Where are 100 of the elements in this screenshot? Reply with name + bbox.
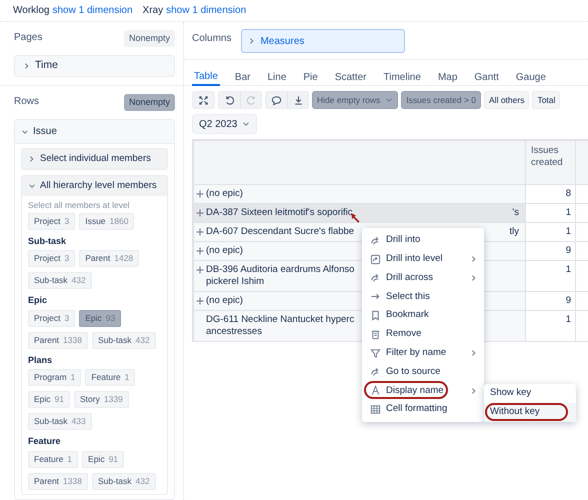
- row-label: pickerel Ishim: [206, 276, 266, 288]
- expand-icon[interactable]: [196, 264, 206, 274]
- level-chip[interactable]: Project 3: [28, 250, 76, 268]
- level-chip[interactable]: Epic 91: [82, 450, 124, 468]
- drill-icon: [370, 272, 381, 284]
- chevron-right-icon: [23, 62, 31, 70]
- trash-icon: [370, 328, 381, 340]
- level-chip[interactable]: Project 3: [28, 212, 76, 230]
- value-cell: 8: [566, 188, 571, 199]
- comment-icon: [271, 94, 282, 106]
- level-chip[interactable]: Feature 1: [85, 369, 136, 386]
- level-chip[interactable]: Sub-task 432: [28, 272, 92, 290]
- view-tab[interactable]: Gantt: [472, 68, 501, 86]
- chevron-right-icon: [470, 386, 478, 395]
- level-chip[interactable]: Epic 91: [28, 391, 70, 408]
- drill-level-icon: [370, 254, 381, 265]
- chevron-down-icon: [242, 120, 250, 128]
- page-filter-dropdown[interactable]: Q2 2023: [192, 114, 258, 134]
- level-chip[interactable]: Parent 1338: [28, 332, 88, 349]
- level-chip[interactable]: Sub-task 432: [92, 332, 156, 349]
- chevron-down-icon: [28, 182, 36, 190]
- undo-icon: [224, 94, 235, 106]
- chevron-right-icon: [470, 274, 478, 282]
- level-title: Feature: [28, 435, 62, 448]
- chevron-right-icon: [28, 155, 36, 163]
- chevron-down-icon: [21, 128, 29, 136]
- expanded-section-header[interactable]: Issue: [15, 120, 174, 144]
- nonempty-button[interactable]: Nonempty: [124, 30, 175, 47]
- level-chip[interactable]: Sub-task 433: [28, 413, 92, 430]
- menu-item[interactable]: Without key: [484, 403, 576, 422]
- show-dimension-link[interactable]: show 1 dimension: [166, 3, 246, 18]
- nonempty-button[interactable]: Nonempty: [124, 94, 175, 111]
- view-tab[interactable]: Line: [265, 68, 288, 86]
- value-cell: 1: [566, 314, 571, 325]
- chevron-right-icon: [470, 255, 478, 264]
- expand-icon[interactable]: [196, 226, 206, 236]
- menu-item[interactable]: Cell formatting: [362, 400, 484, 419]
- dimension-label: Worklog: [13, 4, 50, 18]
- toolbar-toggle[interactable]: All others: [484, 91, 530, 109]
- level-chip[interactable]: Story 1339: [74, 391, 129, 408]
- download-icon: [292, 94, 304, 106]
- view-tab[interactable]: Table: [192, 68, 220, 86]
- menu-item[interactable]: Drill into: [362, 231, 484, 250]
- row-label: (no epic): [206, 295, 243, 307]
- row-label: (no epic): [206, 245, 243, 257]
- expand-icon[interactable]: [196, 207, 206, 217]
- menu-item[interactable]: Bookmark: [362, 306, 484, 325]
- menu-item[interactable]: Remove: [362, 324, 484, 344]
- fullscreen-icon: [198, 94, 209, 106]
- level-chip[interactable]: Feature 1: [28, 450, 78, 468]
- view-tab[interactable]: Bar: [232, 68, 252, 86]
- section-label: Rows: [14, 95, 40, 109]
- expand-icon[interactable]: [196, 245, 206, 255]
- level-title: Epic: [28, 294, 48, 308]
- level-chip[interactable]: Parent 1428: [79, 250, 140, 268]
- table-row[interactable]: (no epic) 8: [194, 185, 588, 204]
- row-label: DB-396 Auditoria eardrums Alfonso: [206, 264, 354, 276]
- row-label: (no epic): [206, 188, 243, 200]
- view-tab[interactable]: Pie: [301, 68, 320, 86]
- collapsed-section-header[interactable]: Time: [14, 55, 175, 77]
- value-cell: 1: [566, 264, 571, 275]
- column-header: Issues created: [526, 141, 576, 184]
- row-label: 's: [512, 207, 519, 219]
- view-tab[interactable]: Map: [436, 68, 460, 86]
- level-chip[interactable]: Project 3: [28, 310, 76, 327]
- expand-icon[interactable]: [196, 295, 206, 305]
- section-label: Pages: [14, 31, 42, 45]
- filter-icon: [370, 348, 381, 359]
- row-label: DA-607 Descendant Sucre's flabbe: [206, 226, 354, 238]
- toolbar-toggle[interactable]: Total: [532, 91, 560, 109]
- collapsed-section-header[interactable]: Select individual members: [22, 149, 167, 169]
- level-chip[interactable]: Sub-task 432: [92, 472, 156, 490]
- dimension-label: Xray: [142, 4, 164, 18]
- row-label: DA-387 Sixteen leitmotif's soporific: [206, 207, 352, 219]
- level-chip[interactable]: Program 1: [28, 369, 82, 386]
- menu-item[interactable]: Drill across: [362, 268, 484, 288]
- menu-item[interactable]: Go to source: [362, 362, 484, 382]
- expanded-section-header[interactable]: All hierarchy level members: [22, 176, 167, 196]
- level-title: Plans: [28, 354, 54, 367]
- table-row[interactable]: DA-387 Sixteen leitmotif's soporific 's 1: [194, 204, 588, 223]
- dimension-box[interactable]: Measures: [241, 29, 406, 53]
- level-chip[interactable]: Issue 1860: [79, 212, 134, 230]
- view-tab[interactable]: Gauge: [514, 68, 548, 86]
- hint-text: Select all members at level: [28, 199, 131, 212]
- value-cell: 1: [566, 226, 571, 237]
- view-tab[interactable]: Timeline: [382, 68, 423, 86]
- show-dimension-link[interactable]: show 1 dimension: [52, 3, 133, 18]
- redo-icon: [246, 94, 256, 106]
- value-cell: 9: [566, 295, 571, 306]
- level-chip[interactable]: Parent 1338: [28, 472, 88, 490]
- menu-item[interactable]: Display name: [362, 381, 484, 400]
- view-tab[interactable]: Scatter: [332, 68, 369, 86]
- row-label: DG-611 Neckline Nantucket hyperc: [206, 314, 354, 326]
- value-cell: 1: [566, 207, 571, 218]
- menu-item[interactable]: Filter by name: [362, 344, 484, 363]
- drill-icon: [370, 234, 381, 246]
- row-label: tly: [510, 226, 519, 238]
- menu-item[interactable]: Show key: [484, 384, 576, 403]
- value-cell: 9: [566, 245, 571, 256]
- expand-icon[interactable]: [196, 188, 206, 198]
